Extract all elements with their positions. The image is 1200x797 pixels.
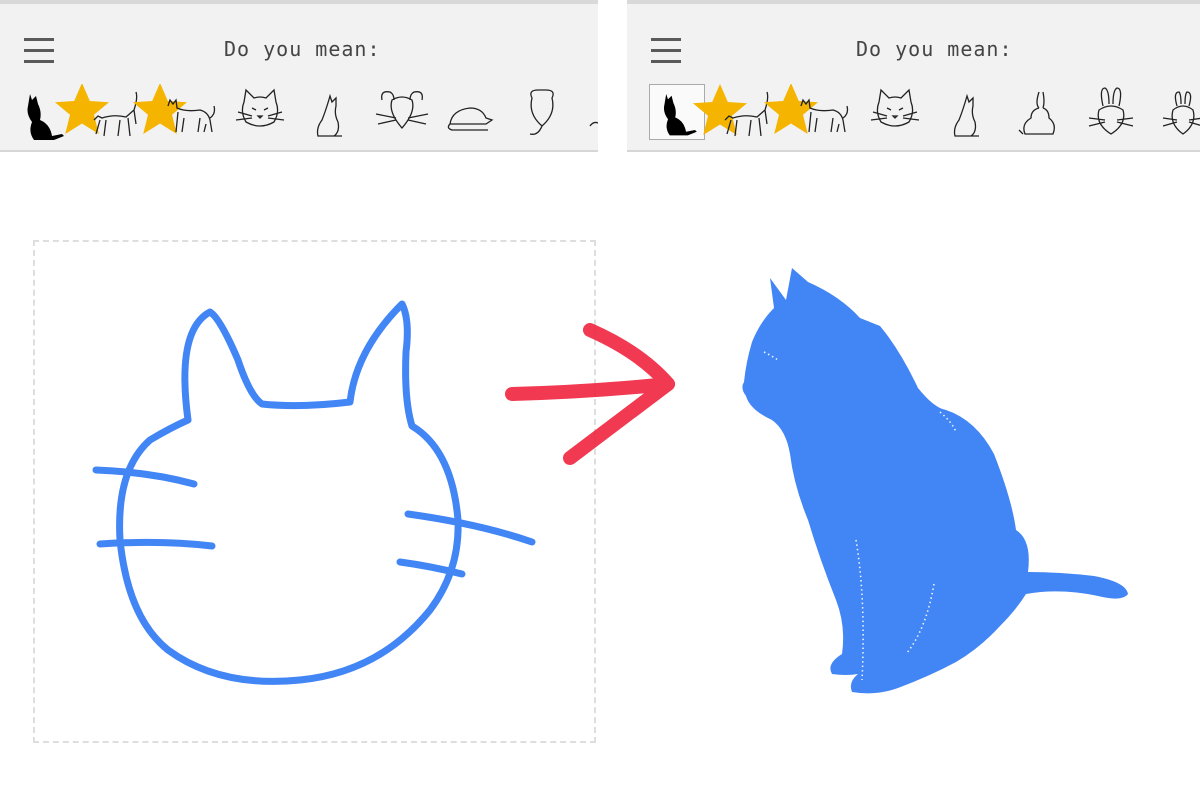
cat-silhouette-result [742, 268, 1128, 694]
